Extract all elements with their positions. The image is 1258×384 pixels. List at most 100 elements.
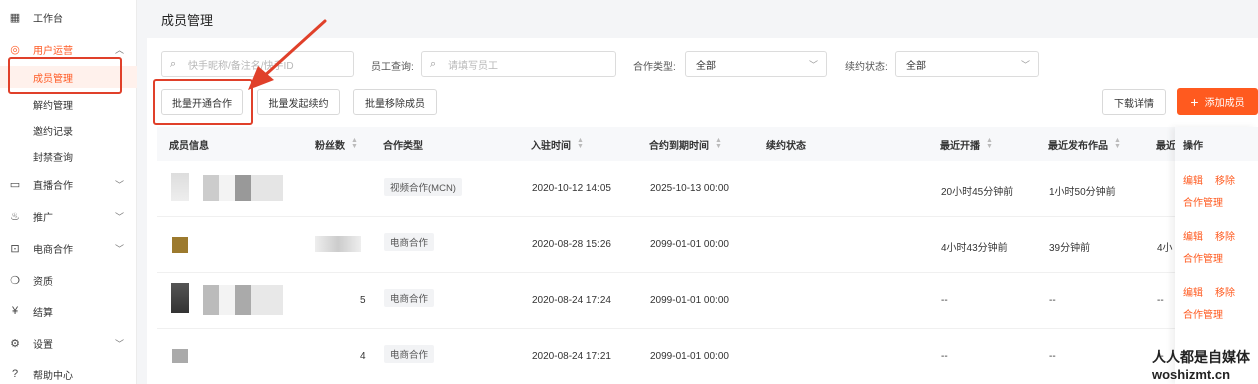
renewal-status-value: 全部 bbox=[906, 60, 926, 72]
sidebar-item-qualification[interactable]: ❍ 资质 bbox=[0, 269, 137, 291]
sidebar-item-label: 用户运营 bbox=[33, 45, 73, 57]
remove-link[interactable]: 移除 bbox=[1215, 172, 1235, 187]
chevron-down-icon: ﹀ bbox=[114, 243, 124, 254]
last-work: -- bbox=[1049, 351, 1056, 362]
chevron-down-icon: ﹀ bbox=[1020, 59, 1030, 70]
gear-icon: ⚙ bbox=[10, 337, 20, 350]
header-label: 入驻时间 bbox=[531, 140, 571, 152]
remove-link[interactable]: 移除 bbox=[1215, 228, 1235, 243]
join-time: 2020-08-24 17:21 bbox=[532, 351, 611, 362]
watermark-line1: 人人都是自媒体 bbox=[1152, 349, 1250, 365]
sidebar-item-promotion[interactable]: ♨ 推广 ﹀ bbox=[0, 205, 137, 227]
add-member-button[interactable]: + 添加成员 bbox=[1177, 88, 1258, 115]
last-work: -- bbox=[1049, 295, 1056, 306]
sidebar-item-dashboard[interactable]: ▦ 工作台 bbox=[0, 6, 137, 28]
join-time: 2020-08-24 17:24 bbox=[532, 295, 611, 306]
fans-count: 4 bbox=[360, 351, 366, 362]
coop-type-tag: 电商合作 bbox=[384, 289, 435, 307]
coop-type-tag: 电商合作 bbox=[384, 345, 435, 363]
annotation-arrow-icon bbox=[248, 19, 327, 90]
next-col: -- bbox=[1157, 295, 1164, 306]
coop-manage-link[interactable]: 合作管理 bbox=[1183, 306, 1223, 321]
sidebar-item-ecommerce[interactable]: ⊡ 电商合作 ﹀ bbox=[0, 237, 137, 259]
coop-type-value: 全部 bbox=[696, 60, 716, 72]
sidebar-item-invitations[interactable]: 邀约记录 bbox=[0, 119, 137, 141]
sidebar-item-label: 结算 bbox=[33, 307, 53, 319]
watermark-line2: woshizmt.cn bbox=[1152, 367, 1231, 382]
sidebar-item-settlement[interactable]: ¥ 结算 bbox=[0, 300, 137, 322]
last-work: 1小时50分钟前 bbox=[1049, 187, 1116, 198]
header-label: 最近发布作品 bbox=[1048, 140, 1108, 152]
coop-manage-link[interactable]: 合作管理 bbox=[1183, 250, 1223, 265]
chevron-down-icon: ﹀ bbox=[114, 179, 124, 190]
batch-remove-button[interactable]: 批量移除成员 bbox=[353, 89, 437, 115]
header-last-work[interactable]: 最近发布作品 ▲ ▼ bbox=[1048, 127, 1121, 161]
avatar bbox=[171, 173, 189, 201]
batch-renew-button[interactable]: 批量发起续约 bbox=[257, 89, 340, 115]
chevron-down-icon: ﹀ bbox=[808, 59, 818, 70]
sidebar-item-termination[interactable]: 解约管理 bbox=[0, 93, 137, 115]
staff-query-input[interactable]: ⌕ 请填写员工 bbox=[421, 51, 616, 77]
renewal-status-label: 续约状态: bbox=[845, 62, 888, 73]
header-renewal-status: 续约状态 bbox=[766, 140, 806, 152]
renewal-status-select[interactable]: 全部 ﹀ bbox=[895, 51, 1039, 77]
annotation-highlight-button bbox=[153, 79, 253, 125]
sidebar-item-settings[interactable]: ⚙ 设置 ﹀ bbox=[0, 332, 137, 354]
fans-count: 5 bbox=[360, 295, 366, 306]
edit-link[interactable]: 编辑 bbox=[1183, 172, 1203, 187]
edit-link[interactable]: 编辑 bbox=[1183, 228, 1203, 243]
flame-icon: ♨ bbox=[10, 210, 20, 223]
coop-type-select[interactable]: 全部 ﹀ bbox=[685, 51, 827, 77]
header-member-info: 成员信息 bbox=[169, 140, 209, 152]
next-col: 4小 bbox=[1157, 243, 1173, 254]
plus-icon: + bbox=[1190, 93, 1199, 110]
sort-icon: ▲ ▼ bbox=[986, 137, 993, 150]
sidebar-item-live[interactable]: ▭ 直播合作 ﹀ bbox=[0, 173, 137, 195]
expire-time: 2099-01-01 00:00 bbox=[650, 239, 729, 250]
chevron-up-icon: ︿ bbox=[114, 44, 124, 55]
last-live: 20小时45分钟前 bbox=[941, 187, 1014, 198]
header-label: 合约到期时间 bbox=[649, 140, 709, 152]
coop-manage-link[interactable]: 合作管理 bbox=[1183, 194, 1223, 209]
download-details-button[interactable]: 下载详情 bbox=[1102, 89, 1166, 115]
page-title: 成员管理 bbox=[161, 13, 214, 28]
search-icon: ⌕ bbox=[430, 57, 437, 70]
coop-type-tag: 电商合作 bbox=[384, 233, 435, 251]
annotation-highlight-sidebar bbox=[8, 57, 122, 94]
sort-icon: ▲ ▼ bbox=[715, 137, 722, 150]
sort-icon: ▲ ▼ bbox=[577, 137, 584, 150]
staff-query-placeholder: 请填写员工 bbox=[448, 60, 498, 72]
header-last-live[interactable]: 最近开播 ▲ ▼ bbox=[940, 127, 993, 161]
header-operations: 操作 bbox=[1175, 127, 1258, 161]
last-live: -- bbox=[941, 295, 948, 306]
last-live: 4小时43分钟前 bbox=[941, 243, 1008, 254]
sidebar-item-label: 工作台 bbox=[33, 13, 63, 25]
member-name-blurred bbox=[203, 175, 283, 201]
sort-icon: ▲ ▼ bbox=[1114, 137, 1121, 150]
remove-link[interactable]: 移除 bbox=[1215, 284, 1235, 299]
help-icon: ? bbox=[11, 368, 19, 380]
sidebar-item-ban-query[interactable]: 封禁查询 bbox=[0, 145, 137, 167]
header-join-time[interactable]: 入驻时间 ▲ ▼ bbox=[531, 127, 584, 161]
table-header: 成员信息 粉丝数 ▲ ▼ 合作类型 入驻时间 ▲ ▼ 合约到期时间 ▲ ▼ 续约状态 最近开… bbox=[157, 127, 1258, 161]
edit-link[interactable]: 编辑 bbox=[1183, 284, 1203, 299]
sidebar-item-label: 直播合作 bbox=[33, 180, 73, 192]
avatar bbox=[172, 349, 188, 363]
header-label: 粉丝数 bbox=[315, 140, 345, 152]
sidebar-item-help[interactable]: ? 帮助中心 bbox=[0, 363, 137, 384]
join-time: 2020-10-12 14:05 bbox=[532, 183, 611, 194]
sidebar-item-label: 邀约记录 bbox=[33, 126, 73, 138]
sidebar-item-label: 封禁查询 bbox=[33, 152, 73, 164]
sidebar-item-label: 电商合作 bbox=[33, 244, 73, 256]
chevron-down-icon: ﹀ bbox=[114, 211, 124, 222]
yen-icon: ¥ bbox=[11, 305, 19, 317]
add-member-label: 添加成员 bbox=[1204, 98, 1245, 109]
chevron-down-icon: ﹀ bbox=[114, 338, 124, 349]
expire-time: 2025-10-13 00:00 bbox=[650, 183, 729, 194]
header-fans[interactable]: 粉丝数 ▲ ▼ bbox=[315, 127, 358, 161]
header-expire-time[interactable]: 合约到期时间 ▲ ▼ bbox=[649, 127, 722, 161]
sidebar: ▦ 工作台 ◎ 用户运营 ︿ 成员管理 解约管理 邀约记录 封禁查询 ▭ 直播合… bbox=[0, 0, 137, 384]
last-live: -- bbox=[941, 351, 948, 362]
badge-icon: ❍ bbox=[10, 274, 20, 287]
watermark: 人人都是自媒体 woshizmt.cn bbox=[1152, 347, 1250, 382]
